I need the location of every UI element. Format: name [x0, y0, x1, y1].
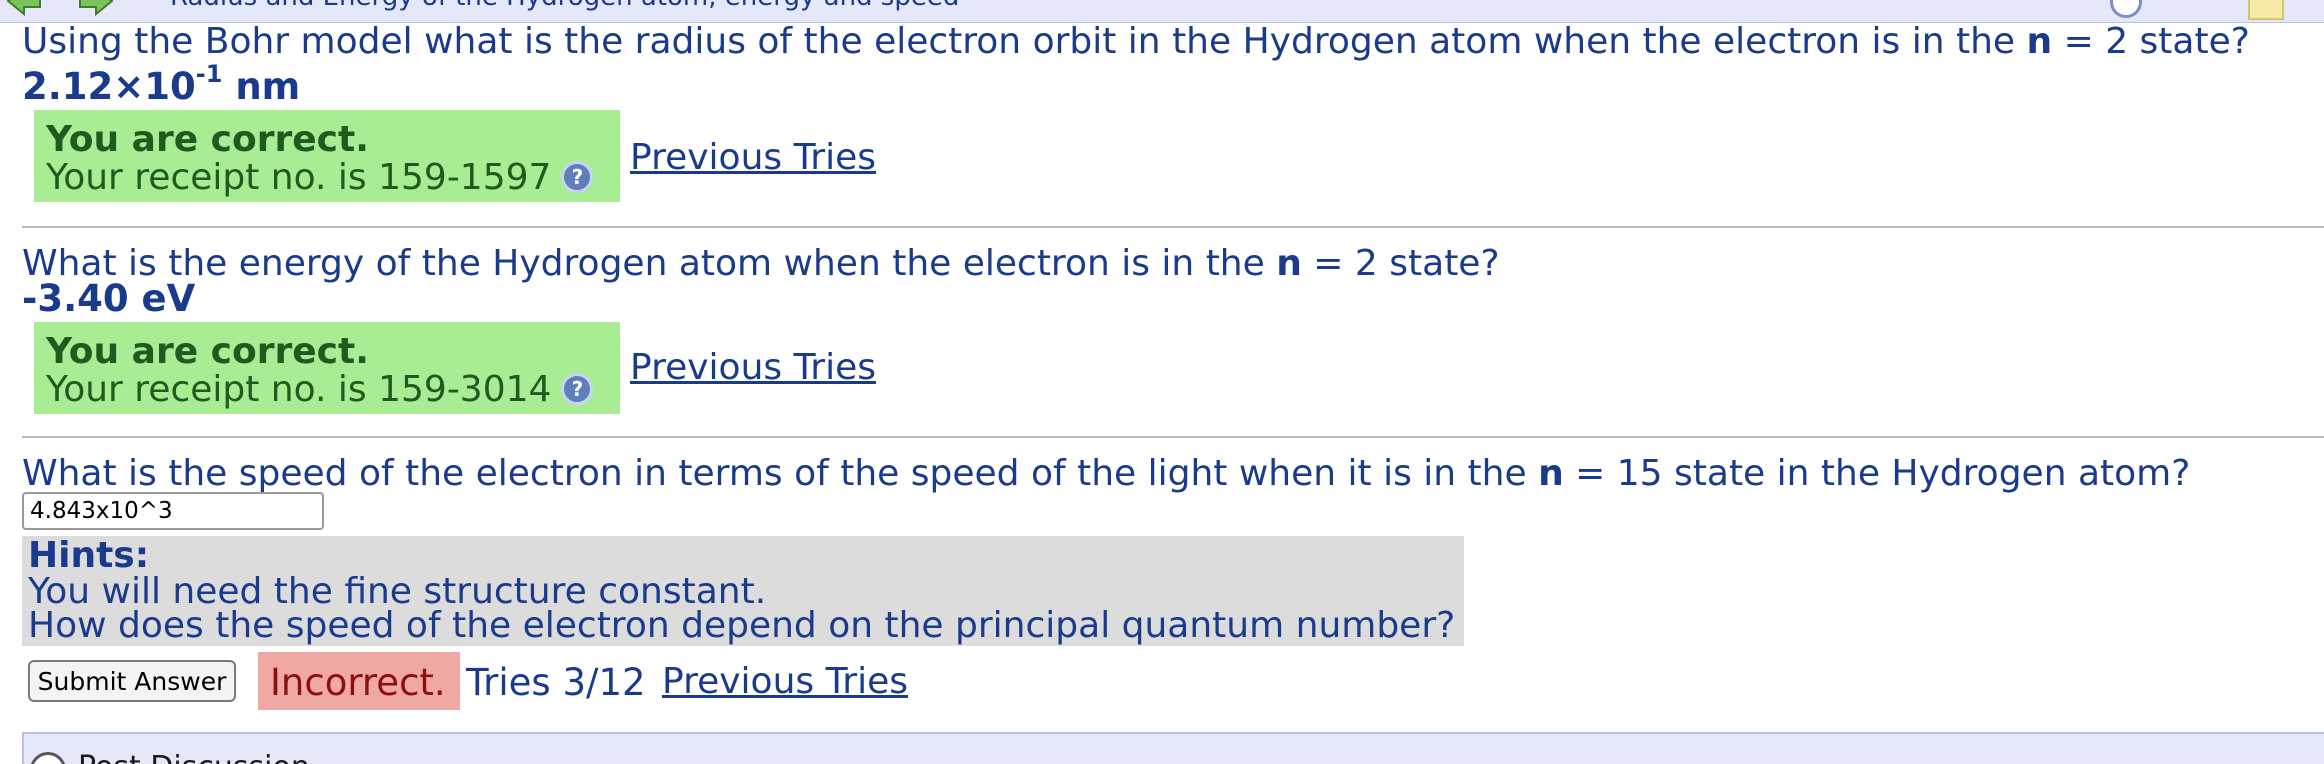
submit-answer-button[interactable]: Submit Answer [28, 660, 236, 702]
question-1-answer: 2.12×10-1 nm [22, 60, 301, 108]
hint-item: How does the speed of the electron depen… [28, 605, 1456, 646]
forward-arrow-icon[interactable] [78, 0, 114, 16]
correct-status: You are correct. [46, 331, 369, 372]
question-2-prompt: What is the energy of the Hydrogen atom … [22, 243, 1500, 284]
question-1-previous-tries-link[interactable]: Previous Tries [630, 140, 876, 176]
receipt-number: Your receipt no. is 159-1597? [46, 160, 594, 196]
question-2-answer: -3.40 eV [22, 277, 196, 320]
receipt-number: Your receipt no. is 159-3014? [46, 372, 594, 408]
help-circle-icon[interactable] [2110, 0, 2142, 18]
divider [22, 436, 2324, 438]
question-2-correct-box: You are correct. Your receipt no. is 159… [34, 322, 620, 414]
answer-input[interactable] [22, 492, 324, 530]
question-3-previous-tries-link[interactable]: Previous Tries [662, 664, 908, 700]
question-1-prompt: Using the Bohr model what is the radius … [22, 21, 2250, 62]
tries-counter: Tries 3/12 [466, 661, 646, 704]
post-discussion-bar[interactable]: Post Discussion [22, 732, 2324, 764]
correct-status: You are correct. [46, 119, 369, 160]
divider [22, 226, 2324, 228]
top-navigation-bar: Radius and Energy of the Hydrogen atom, … [0, 0, 2324, 23]
question-1-correct-box: You are correct. Your receipt no. is 159… [34, 110, 620, 202]
discussion-icon [30, 752, 66, 764]
problem-title: Radius and Energy of the Hydrogen atom, … [170, 0, 959, 12]
question-3-prompt: What is the speed of the electron in ter… [22, 453, 2191, 494]
post-discussion-label: Post Discussion [78, 750, 310, 764]
hints-box: Hints: You will need the fine structure … [22, 536, 1464, 646]
help-question-icon[interactable]: ? [561, 161, 594, 193]
help-question-icon[interactable]: ? [561, 373, 594, 405]
hints-title: Hints: [28, 535, 150, 576]
note-icon[interactable] [2248, 0, 2284, 20]
back-arrow-icon[interactable] [6, 0, 42, 16]
incorrect-status-badge: Incorrect. [258, 652, 460, 710]
question-2-previous-tries-link[interactable]: Previous Tries [630, 350, 876, 386]
